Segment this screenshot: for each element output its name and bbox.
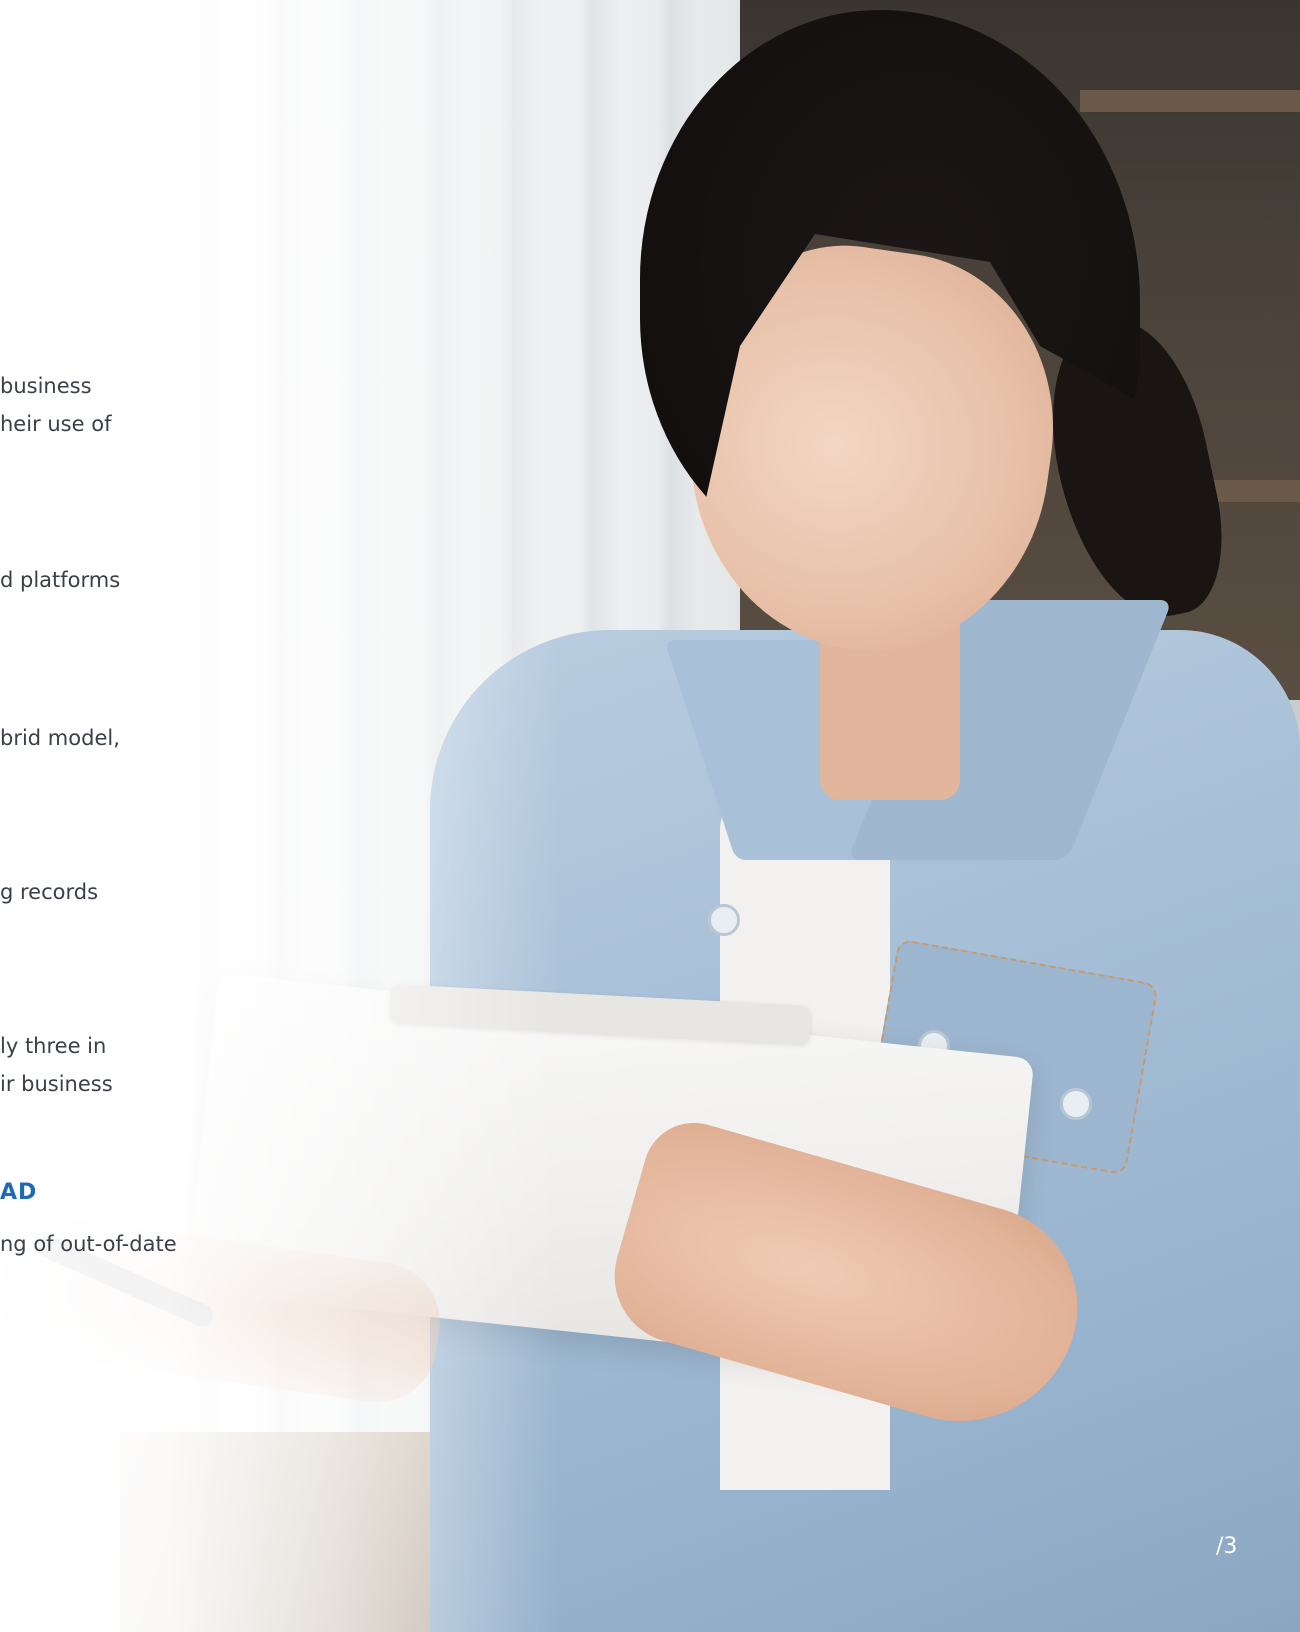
shelf-board [1080,90,1300,112]
text-fragment: business [0,374,92,398]
text-fragment: brid model, [0,726,120,750]
section-heading: AD [0,1180,38,1205]
text-fragment: g records [0,880,99,904]
text-fragment: d platforms [0,568,121,592]
shirt-button [1060,1088,1092,1120]
page-number: /3 [1216,1534,1238,1559]
text-fragment: ly three in [0,1034,107,1058]
text-fragment: heir use of [0,412,112,436]
white-fade-overlay [0,0,560,1632]
background-photo [0,0,1300,1632]
shirt-button [708,904,740,936]
text-fragment: ir business [0,1072,113,1096]
text-fragment: ng of out-of-date [0,1232,177,1256]
